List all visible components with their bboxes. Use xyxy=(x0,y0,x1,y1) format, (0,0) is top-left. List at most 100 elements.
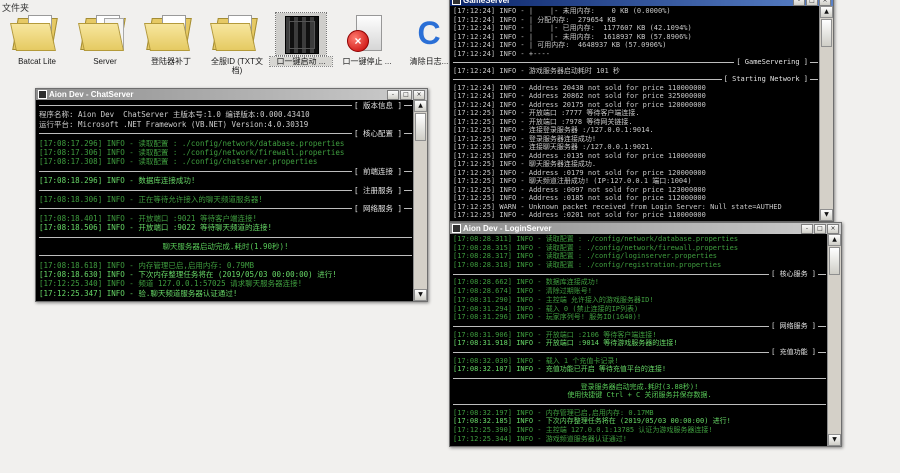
log-line: [17:08:32.030] INFO - 载入 1 个充值卡记录! xyxy=(453,357,826,366)
minimize-button[interactable]: - xyxy=(387,90,399,100)
console-app-icon xyxy=(452,0,461,5)
info-line: 程序名称: Aion Dev ChatServer 主版本号:1.0 编译版本:… xyxy=(39,110,412,119)
log-line: [17:08:31.290] INFO - 主控端 允许接入的游戏服务器ID! xyxy=(453,296,826,305)
log-line: [17:08:32.185] INFO - 下次内存整理任务将在 (2019/0… xyxy=(453,417,826,426)
separator-line: [ 核心配置 ] xyxy=(39,129,412,138)
desktop-icon-label: Batcat Lite xyxy=(6,57,68,66)
window-title: Aion Dev - LoginServer xyxy=(463,224,551,233)
log-line: [17:12:25.344] INFO - 游戏频道服务器认证通过! xyxy=(453,435,826,444)
maximize-button[interactable]: □ xyxy=(400,90,412,100)
log-line: [17:12:25] INFO - Address :0185 not sold… xyxy=(453,194,818,203)
log-line: [17:12:25.390] INFO - 主控端 127.0.0.1:1378… xyxy=(453,426,826,435)
log-line: [17:08:17.306] INFO - 读取配置 : ./config/ne… xyxy=(39,148,412,157)
scroll-thumb[interactable] xyxy=(829,247,840,275)
log-line: [17:08:18.618] INFO - 内存管理已启,启用内存: 0.79M… xyxy=(39,261,412,270)
separator-line: [ GameServering ] xyxy=(453,58,818,67)
separator-line xyxy=(39,232,412,241)
separator-line: [ 版本信息 ] xyxy=(39,101,412,110)
desktop-icon-one-click-start[interactable]: 口一键启动 ... xyxy=(270,13,332,66)
log-line: [17:08:17.308] INFO - 读取配置 : ./config/ch… xyxy=(39,157,412,166)
console-output: [17:08:28.311] INFO - 读取配置 : ./config/ne… xyxy=(450,234,828,446)
log-line: [17:12:25] INFO - 聊天频道注册成功! (IP:127.0.0.… xyxy=(453,177,818,186)
log-line: [17:12:25] INFO - 聊天服务器连接成功. xyxy=(453,160,818,169)
separator-line: [ 网络服务 ] xyxy=(39,204,412,213)
separator-line: [ 注册服务 ] xyxy=(39,186,412,195)
separator-line: [ 充值功能 ] xyxy=(453,348,826,357)
separator-line: [ 网络服务 ] xyxy=(453,322,826,331)
scroll-up-icon[interactable]: ▲ xyxy=(828,234,841,246)
maximize-button[interactable]: □ xyxy=(814,224,826,234)
separator-line: [ 核心服务 ] xyxy=(453,270,826,279)
scroll-up-icon[interactable]: ▲ xyxy=(820,6,833,18)
minimize-button[interactable]: - xyxy=(793,0,805,6)
separator-line: [ 前端连接 ] xyxy=(39,167,412,176)
log-line: [17:12:24] INFO - | |- 已用内存: 1177607 KB … xyxy=(453,24,818,33)
console-app-icon xyxy=(38,90,47,99)
scroll-down-icon[interactable]: ▼ xyxy=(828,434,841,446)
log-line: [17:12:25] INFO - 开放端口 :7978 等待网关链接. xyxy=(453,118,818,127)
stop-icon: × xyxy=(342,13,392,55)
desktop-icon-one-click-stop[interactable]: × 口一键停止 ... xyxy=(336,13,398,66)
scroll-down-icon[interactable]: ▼ xyxy=(414,289,427,301)
desktop-icon-label: 登陆器补丁 xyxy=(140,57,202,66)
scrollbar[interactable]: ▲ ▼ xyxy=(413,100,427,301)
separator-line xyxy=(453,400,826,409)
log-line: [17:12:24] INFO - +---- xyxy=(453,50,818,59)
console-app-icon xyxy=(452,224,461,233)
banner-line: 登录服务器启动完成.耗时(3.88秒)! xyxy=(453,383,826,392)
desktop-icon-launcher-patch[interactable]: 登陆器补丁 xyxy=(140,13,202,66)
log-line: [17:08:32.107] INFO - 充值功能已开启 等待充值平台的连接! xyxy=(453,365,826,374)
scroll-up-icon[interactable]: ▲ xyxy=(414,100,427,112)
log-line: [17:08:31.906] INFO - 开放端口 :2106 等待客户端连接… xyxy=(453,331,826,340)
close-button[interactable]: × xyxy=(827,224,839,234)
log-line: [17:12:25] INFO - 连接登录服务器 :/127.0.0.1:90… xyxy=(453,126,818,135)
chatserver-window: Aion Dev - ChatServer - □ × [ 版本信息 ]程序名称… xyxy=(35,88,428,302)
info-line: 运行平台: Microsoft .NET Framework (VB.NET) … xyxy=(39,120,412,129)
log-line: [17:08:28.674] INFO - 清除过期账号! xyxy=(453,287,826,296)
minimize-button[interactable]: - xyxy=(801,224,813,234)
log-line: [17:12:25] INFO - Address :0097 not sold… xyxy=(453,186,818,195)
desktop-icon-server[interactable]: Server xyxy=(74,13,136,66)
close-button[interactable]: × xyxy=(819,0,831,6)
window-title: GameServer xyxy=(463,0,510,5)
desktop-icon-all-ids-txt[interactable]: 全服ID (TXT文 档) xyxy=(206,13,268,75)
log-line: [17:08:31.294] INFO - 载入 0 (禁止连接的IP列表) xyxy=(453,305,826,314)
window-title: Aion Dev - ChatServer xyxy=(49,90,133,99)
scrollbar[interactable]: ▲ ▼ xyxy=(819,6,833,221)
log-line: [17:12:24] INFO - | |- 未用内存: 0 KB (0.000… xyxy=(453,7,818,16)
scroll-down-icon[interactable]: ▼ xyxy=(820,209,833,221)
desktop-icon-label: 口一键停止 ... xyxy=(336,57,398,66)
desktop-icon-batcat-lite[interactable]: Batcat Lite xyxy=(6,13,68,66)
separator-line xyxy=(39,251,412,260)
desktop-icon-label: 全服ID (TXT文 档) xyxy=(206,57,268,75)
log-line: [17:08:28.311] INFO - 读取配置 : ./config/ne… xyxy=(453,235,826,244)
chatserver-titlebar[interactable]: Aion Dev - ChatServer - □ × xyxy=(36,89,427,100)
log-line: [17:12:24] INFO - | 可用内存: 4648937 KB (57… xyxy=(453,41,818,50)
scroll-thumb[interactable] xyxy=(415,113,426,141)
banner-line: 聊天服务器启动完成.耗时(1.90秒)! xyxy=(39,242,412,251)
log-line: [17:08:28.317] INFO - 读取配置 : ./config/lo… xyxy=(453,252,826,261)
maximize-button[interactable]: □ xyxy=(806,0,818,6)
clean-icon: C xyxy=(404,13,454,55)
loginserver-window: Aion Dev - LoginServer - □ × [17:08:28.3… xyxy=(449,222,842,447)
log-line: [17:12:25] INFO - Address :0135 not sold… xyxy=(453,152,818,161)
log-line: [17:08:32.197] INFO - 内存管理已启,启用内存: 0.17M… xyxy=(453,409,826,418)
log-line: [17:12:25] INFO - 连接聊天服务器 :/127.0.0.1:90… xyxy=(453,143,818,152)
log-line: [17:08:18.306] INFO - 正在等待允许接入的聊天频道服务器! xyxy=(39,195,412,204)
close-button[interactable]: × xyxy=(413,90,425,100)
log-line: [17:12:25.340] INFO - 频道 127.0.0.1:57025… xyxy=(39,279,412,288)
log-line: [17:08:18.296] INFO - 数据库连接成功! xyxy=(39,176,412,185)
log-line: [17:12:24] INFO - Address 20438 not sold… xyxy=(453,84,818,93)
folder-icon xyxy=(12,13,62,55)
log-line: [17:12:25] INFO - 登录服务器连接成功! xyxy=(453,135,818,144)
scroll-thumb[interactable] xyxy=(821,19,832,47)
console-output: [17:12:24] INFO - | |- 未用内存: 0 KB (0.000… xyxy=(450,6,820,221)
loginserver-titlebar[interactable]: Aion Dev - LoginServer - □ × xyxy=(450,223,841,234)
banner-line: 使用快捷键 Ctrl + C 关闭服务并保存数据. xyxy=(453,391,826,400)
log-line: [17:12:25] WARN - Unknown packet receive… xyxy=(453,203,818,212)
folder-icon xyxy=(146,13,196,55)
log-line: [17:08:17.296] INFO - 读取配置 : ./config/ne… xyxy=(39,139,412,148)
folder-icon xyxy=(212,13,262,55)
separator-line xyxy=(453,374,826,383)
scrollbar[interactable]: ▲ ▼ xyxy=(827,234,841,446)
